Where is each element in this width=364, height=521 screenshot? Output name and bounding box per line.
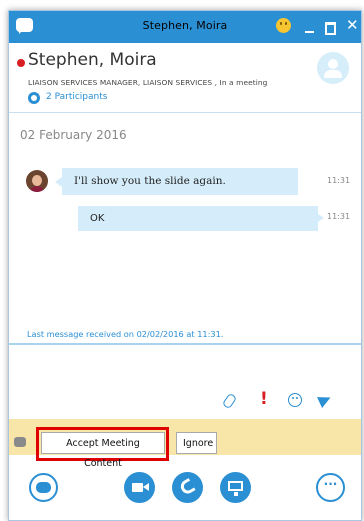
- video-icon[interactable]: [124, 472, 155, 503]
- maximize-button[interactable]: [325, 22, 336, 35]
- message-time: 11:31: [327, 212, 351, 221]
- important-icon[interactable]: !: [260, 389, 268, 409]
- message-bubble: OK: [78, 206, 324, 231]
- participants-icon[interactable]: [28, 92, 40, 104]
- participants-link[interactable]: 2 Participants: [46, 92, 107, 102]
- message-time: 11:31: [327, 176, 351, 185]
- message-input[interactable]: [9, 345, 361, 399]
- last-message-status: Last message received on 02/02/2016 at 1…: [27, 329, 224, 339]
- close-button[interactable]: ✕: [346, 16, 359, 34]
- emoticon-icon[interactable]: [276, 18, 291, 33]
- contact-name[interactable]: Stephen, Moira: [28, 50, 157, 70]
- contact-title: LIAISON SERVICES MANAGER, LIAISON SERVIC…: [28, 78, 268, 87]
- accept-meeting-content-button[interactable]: Accept Meeting Content: [41, 432, 165, 469]
- ignore-button[interactable]: Ignore: [176, 432, 217, 454]
- call-icon[interactable]: [172, 472, 203, 503]
- message-bubble: I'll show you the slide again.: [55, 168, 298, 195]
- notification-icon: [14, 437, 26, 447]
- sender-avatar: [26, 170, 48, 192]
- conversation-date: 02 February 2016: [20, 128, 127, 142]
- more-options-button[interactable]: ···: [316, 473, 345, 502]
- presence-status-icon: [17, 59, 25, 67]
- contact-avatar[interactable]: [317, 52, 349, 84]
- header-divider: [9, 112, 361, 113]
- chat-icon[interactable]: [29, 473, 58, 502]
- minimize-button[interactable]: [305, 31, 314, 33]
- emoji-icon[interactable]: [288, 393, 302, 407]
- conversation-window: Stephen, Moira ✕ Stephen, Moira LIAISON …: [8, 10, 362, 521]
- present-icon[interactable]: [220, 472, 251, 503]
